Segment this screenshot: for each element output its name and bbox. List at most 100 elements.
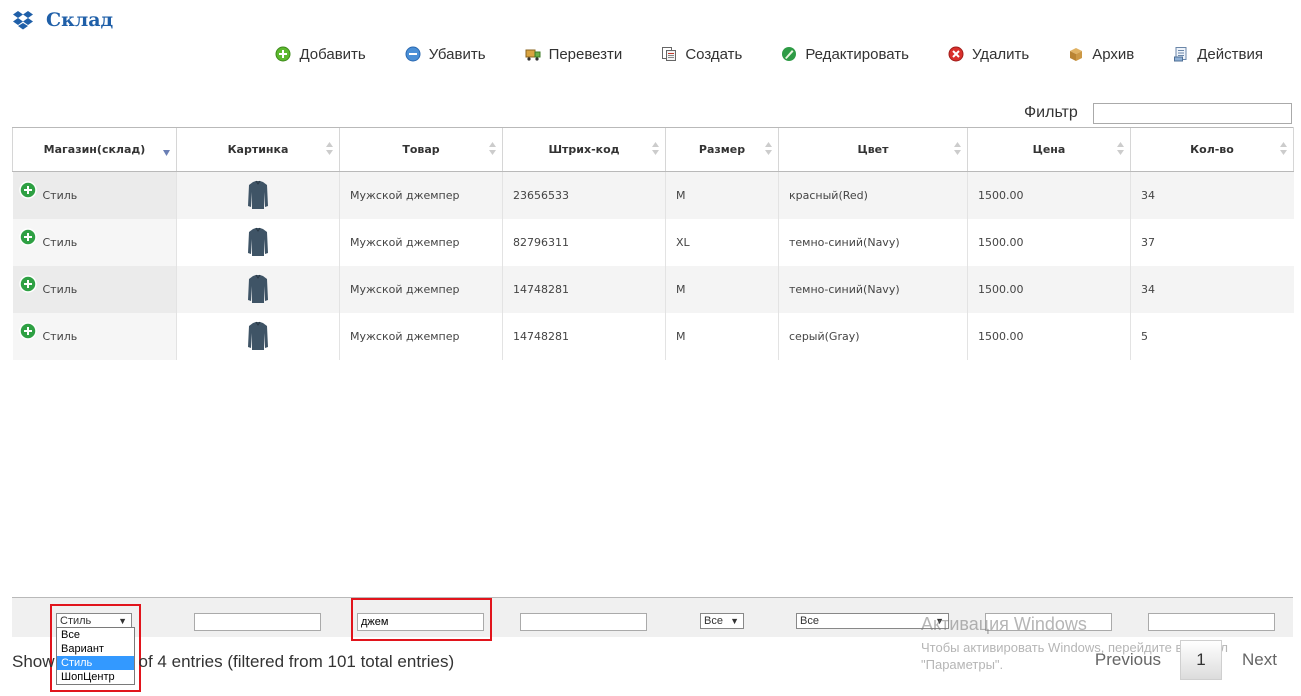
- product-thumbnail[interactable]: [247, 226, 269, 258]
- size-filter-value: Все: [704, 615, 723, 627]
- table-row[interactable]: Стиль Мужской джемпер 23656533 M красный…: [12, 171, 1294, 219]
- highlight-box: [351, 598, 492, 641]
- price-cell: 1500.00: [967, 312, 1131, 360]
- color-filter-value: Все: [800, 615, 819, 627]
- sort-desc-icon: [163, 150, 170, 156]
- inventory-table: Магазин(склад) Картинка Товар Штрих-код …: [12, 127, 1294, 360]
- transfer-button-label: Перевезти: [548, 45, 623, 63]
- pagination: Previous 1 Next: [1095, 640, 1277, 680]
- column-header-label: Товар: [402, 143, 440, 156]
- app-header: Склад: [12, 6, 113, 34]
- column-header-size[interactable]: Размер: [665, 127, 779, 172]
- column-header-picture[interactable]: Картинка: [176, 127, 340, 172]
- store-option[interactable]: Вариант: [57, 642, 134, 656]
- picture-cell: [176, 171, 340, 219]
- column-header-label: Магазин(склад): [43, 143, 146, 156]
- table-info-suffix: of 4 entries (filtered from 101 total en…: [138, 652, 455, 671]
- store-option[interactable]: ШопЦентр: [57, 670, 134, 684]
- expand-row-icon[interactable]: [18, 321, 37, 340]
- page-button-current[interactable]: 1: [1180, 640, 1223, 680]
- dropbox-box-icon: [13, 11, 33, 30]
- create-button[interactable]: Создать: [661, 46, 742, 63]
- filter-input[interactable]: [1093, 103, 1292, 124]
- expand-row-icon[interactable]: [18, 274, 37, 293]
- table-row[interactable]: Стиль Мужской джемпер 82796311 XL темно-…: [12, 218, 1294, 266]
- store-cell: Стиль: [12, 265, 177, 313]
- archive-button[interactable]: Архив: [1068, 46, 1134, 63]
- store-name: Стиль: [42, 235, 78, 249]
- table-row[interactable]: Стиль Мужской джемпер 14748281 M серый(G…: [12, 312, 1294, 360]
- price-cell: 1500.00: [967, 265, 1131, 313]
- qty-cell: 34: [1130, 265, 1294, 313]
- column-header-qty[interactable]: Кол-во: [1130, 127, 1294, 172]
- expand-row-icon[interactable]: [18, 181, 37, 199]
- color-cell: серый(Gray): [778, 312, 968, 360]
- price-cell: 1500.00: [967, 171, 1131, 219]
- store-option-selected[interactable]: Стиль: [57, 656, 134, 670]
- price-cell: 1500.00: [967, 218, 1131, 266]
- archive-button-label: Архив: [1092, 45, 1135, 63]
- transfer-button[interactable]: Перевезти: [525, 45, 623, 63]
- barcode-cell: 23656533: [502, 171, 666, 219]
- picture-filter-input[interactable]: [194, 613, 321, 631]
- product-thumbnail[interactable]: [247, 179, 269, 211]
- delete-button-label: Удалить: [971, 45, 1030, 63]
- column-header-barcode[interactable]: Штрих-код: [502, 127, 666, 172]
- color-cell: темно-синий(Navy): [778, 218, 968, 266]
- toolbar: Добавить Убавить Перевезти Создать Редак…: [275, 42, 1263, 66]
- qty-cell: 37: [1130, 218, 1294, 266]
- column-header-label: Цвет: [857, 143, 889, 156]
- column-header-label: Размер: [698, 143, 746, 156]
- barcode-cell: 82796311: [502, 218, 666, 266]
- actions-button-label: Действия: [1197, 45, 1263, 63]
- sort-both-icon: [1280, 142, 1287, 155]
- actions-button[interactable]: Действия: [1173, 46, 1263, 63]
- filter-label: Фильтр: [1024, 104, 1078, 121]
- add-button[interactable]: Добавить: [275, 46, 366, 63]
- decrease-button[interactable]: Убавить: [405, 46, 486, 63]
- truck-icon: [525, 49, 541, 61]
- minus-circle-icon: [405, 46, 421, 62]
- add-circle-icon: [275, 46, 291, 62]
- store-option[interactable]: Все: [57, 628, 134, 642]
- picture-cell: [176, 218, 340, 266]
- column-header-price[interactable]: Цена: [967, 127, 1131, 172]
- sort-both-icon: [489, 142, 496, 155]
- next-page-button[interactable]: Next: [1242, 650, 1277, 670]
- product-cell: Мужской джемпер: [339, 218, 503, 266]
- barcode-filter-input[interactable]: [520, 613, 647, 631]
- decrease-button-label: Убавить: [428, 45, 486, 63]
- watermark-title: Активация Windows: [921, 614, 1087, 634]
- product-cell: Мужской джемпер: [339, 312, 503, 360]
- column-header-store[interactable]: Магазин(склад): [12, 127, 177, 172]
- store-name: Стиль: [42, 188, 78, 202]
- sort-both-icon: [326, 142, 333, 155]
- table-row[interactable]: Стиль Мужской джемпер 14748281 M темно-с…: [12, 265, 1294, 313]
- delete-button[interactable]: Удалить: [948, 46, 1029, 63]
- sort-both-icon: [1117, 142, 1124, 155]
- product-cell: Мужской джемпер: [339, 265, 503, 313]
- document-copy-icon: [662, 47, 677, 61]
- actions-list-icon: [1174, 47, 1187, 62]
- edit-button-label: Редактировать: [805, 45, 909, 63]
- product-thumbnail[interactable]: [247, 273, 269, 305]
- sort-both-icon: [954, 142, 961, 155]
- product-thumbnail[interactable]: [247, 320, 269, 352]
- size-cell: M: [665, 265, 779, 313]
- store-filter-options: Все Вариант Стиль ШопЦентр: [56, 627, 135, 685]
- size-cell: M: [665, 312, 779, 360]
- table-info-prefix: Show: [12, 652, 55, 671]
- barcode-cell: 14748281: [502, 265, 666, 313]
- qty-cell: 5: [1130, 312, 1294, 360]
- size-cell: XL: [665, 218, 779, 266]
- size-filter-select[interactable]: Все ▼: [700, 613, 744, 629]
- previous-page-button[interactable]: Previous: [1095, 650, 1161, 670]
- page-title: Склад: [46, 9, 114, 31]
- column-header-product[interactable]: Товар: [339, 127, 503, 172]
- product-cell: Мужской джемпер: [339, 171, 503, 219]
- edit-button[interactable]: Редактировать: [781, 46, 909, 63]
- store-cell: Стиль: [12, 312, 177, 360]
- table-header-row: Магазин(склад) Картинка Товар Штрих-код …: [12, 127, 1294, 172]
- column-header-color[interactable]: Цвет: [778, 127, 968, 172]
- expand-row-icon[interactable]: [18, 227, 37, 246]
